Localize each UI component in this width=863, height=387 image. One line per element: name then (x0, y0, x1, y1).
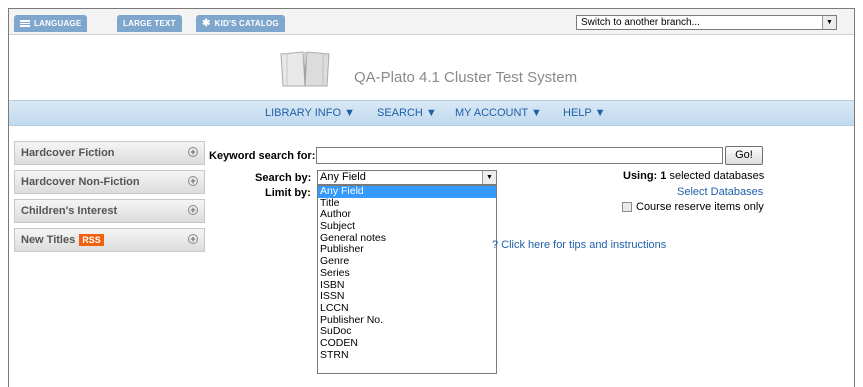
search-by-dropdown: Any Field Title Author Subject General n… (317, 185, 497, 374)
plus-circle-icon[interactable]: + (188, 147, 198, 157)
dropdown-option[interactable]: CODEN (318, 337, 496, 350)
chevron-down-icon[interactable]: ▼ (822, 16, 836, 29)
sidebar-item-label: Hardcover Non-Fiction (21, 176, 140, 188)
menu-icon (20, 20, 30, 28)
browser-frame: LANGUAGE LARGE TEXT ✱ KID'S CATALOG Switc… (8, 8, 855, 387)
limit-by-label: Limit by: (265, 187, 311, 199)
keyword-search-input[interactable] (316, 147, 723, 164)
large-text-label: LARGE TEXT (123, 19, 176, 28)
site-title: QA-Plato 4.1 Cluster Test System (354, 69, 578, 86)
sidebar-item-childrens-interest[interactable]: Children's Interest + (14, 199, 205, 223)
nav-my-account[interactable]: MY ACCOUNT ▼ (455, 107, 542, 119)
dropdown-option[interactable]: Subject (318, 220, 496, 233)
plus-circle-icon[interactable]: + (188, 176, 198, 186)
nav-search[interactable]: SEARCH ▼ (377, 107, 437, 119)
rss-badge[interactable]: RSS (79, 234, 104, 247)
nav-help[interactable]: HELP ▼ (563, 107, 605, 119)
asterisk-icon: ✱ (202, 18, 211, 30)
dropdown-option[interactable]: STRN (318, 349, 496, 362)
tips-link[interactable]: ? Click here for tips and instructions (492, 239, 666, 251)
main-nav: LIBRARY INFO ▼ SEARCH ▼ MY ACCOUNT ▼ HEL… (9, 100, 854, 126)
sidebar-item-hardcover-fiction[interactable]: Hardcover Fiction + (14, 141, 205, 165)
language-button[interactable]: LANGUAGE (14, 15, 88, 32)
kids-catalog-button[interactable]: ✱ KID'S CATALOG (196, 15, 285, 32)
plus-circle-icon[interactable]: + (188, 234, 198, 244)
keyword-label: Keyword search for: (209, 150, 316, 162)
site-header: QA-Plato 4.1 Cluster Test System (9, 35, 854, 100)
open-book-icon (280, 51, 330, 87)
search-by-select[interactable]: Any Field ▼ (317, 170, 497, 185)
chevron-down-icon[interactable]: ▼ (482, 171, 496, 184)
language-label: LANGUAGE (34, 19, 82, 28)
sidebar-item-new-titles[interactable]: New Titles RSS + (14, 228, 205, 252)
branch-select[interactable]: Switch to another branch... ▼ (576, 15, 837, 30)
sidebar-item-hardcover-non-fiction[interactable]: Hardcover Non-Fiction + (14, 170, 205, 194)
search-by-value: Any Field (320, 171, 366, 183)
using-databases-text: Using: 1 selected databases (623, 170, 764, 182)
course-reserve-checkbox[interactable] (622, 202, 632, 212)
nav-library-info[interactable]: LIBRARY INFO ▼ (265, 107, 355, 119)
course-reserve-label: Course reserve items only (636, 201, 764, 213)
sidebar-item-label: New Titles (21, 234, 76, 246)
dropdown-option[interactable]: Series (318, 267, 496, 280)
sidebar-item-label: Hardcover Fiction (21, 147, 115, 159)
dropdown-option[interactable]: ISBN (318, 279, 496, 292)
go-button[interactable]: Go! (725, 146, 763, 165)
select-databases-link[interactable]: Select Databases (677, 186, 763, 198)
search-by-label: Search by: (255, 172, 312, 184)
using-count: 1 (660, 170, 667, 182)
top-bar: LANGUAGE LARGE TEXT ✱ KID'S CATALOG Switc… (9, 9, 854, 35)
kids-catalog-label: KID'S CATALOG (214, 19, 279, 28)
dropdown-option[interactable]: Any Field (318, 185, 496, 198)
sidebar-item-label: Children's Interest (21, 205, 118, 217)
using-suffix: selected databases (669, 170, 765, 182)
dropdown-option[interactable]: LCCN (318, 302, 496, 315)
plus-circle-icon[interactable]: + (188, 205, 198, 215)
large-text-button[interactable]: LARGE TEXT (117, 15, 182, 32)
using-prefix: Using: (623, 170, 658, 182)
branch-select-value: Switch to another branch... (581, 17, 700, 28)
